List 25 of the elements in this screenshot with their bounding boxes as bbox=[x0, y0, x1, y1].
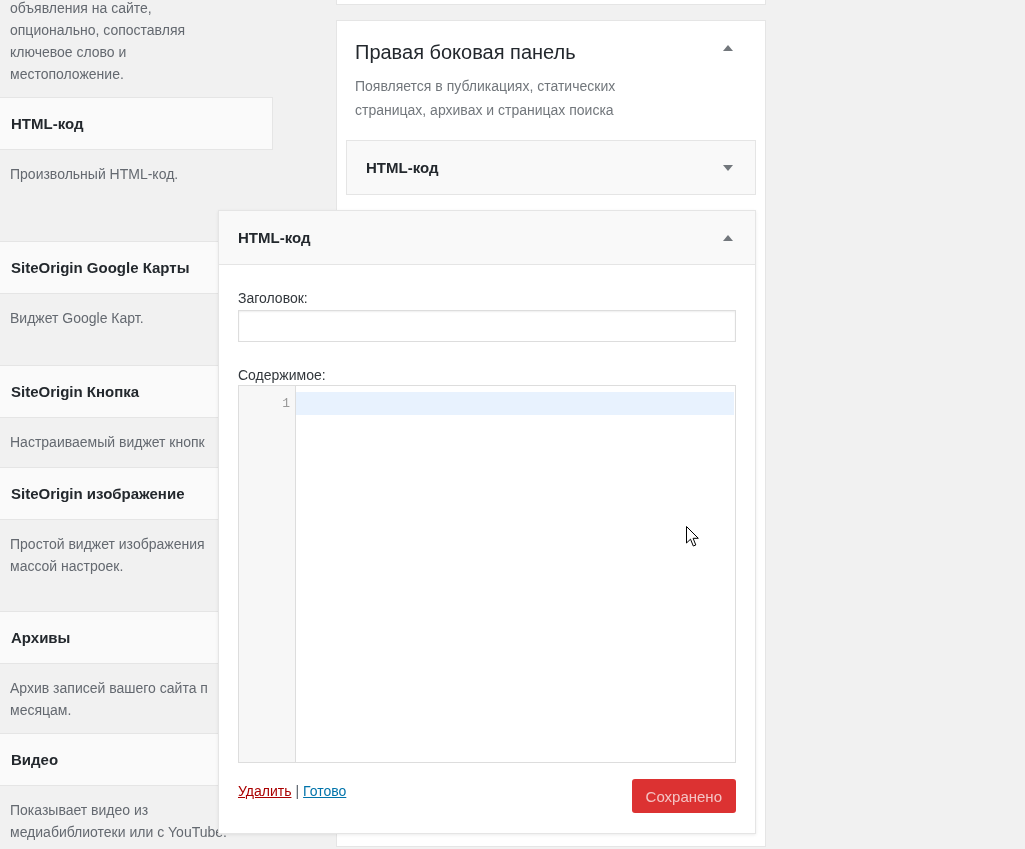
widget-header[interactable]: SiteOrigin изображение bbox=[0, 467, 218, 520]
widget-description: Настраиваемый виджет кнопк bbox=[10, 433, 205, 452]
widget-description: Произвольный HTML-код. bbox=[10, 165, 179, 184]
widget-header[interactable]: SiteOrigin Google Карты bbox=[0, 241, 218, 294]
widget-description: Простой виджет изображения массой настроек. bbox=[10, 535, 206, 576]
field-label: Заголовок: bbox=[238, 289, 308, 308]
cursor-icon bbox=[686, 526, 699, 547]
widget-header[interactable]: HTML-код bbox=[219, 211, 755, 265]
line-number: 1 bbox=[282, 395, 291, 413]
link-separator: | bbox=[295, 782, 300, 801]
widget-header[interactable]: Архивы bbox=[0, 611, 218, 664]
widget-header[interactable]: Видео bbox=[0, 733, 218, 786]
widget-description: Архив записей вашего сайта п месяцам. bbox=[10, 679, 209, 720]
widget-description: Виджет Google Карт. bbox=[10, 309, 144, 328]
sidebar-description: Появляется в публикациях, статических страницах, архивах и страницах поиска bbox=[355, 77, 617, 120]
field-label: Содержимое: bbox=[238, 366, 326, 385]
widget-header[interactable]: SiteOrigin Кнопка bbox=[0, 365, 218, 418]
done-link[interactable]: Готово bbox=[303, 781, 347, 801]
widget-header[interactable]: HTML-код bbox=[0, 97, 273, 150]
caret-up-icon[interactable] bbox=[723, 45, 733, 51]
widget-description: объявления на сайте, опционально, сопоставляя ключевое слово и местоположение. bbox=[10, 0, 187, 84]
delete-link[interactable]: Удалить bbox=[238, 781, 292, 801]
text-field[interactable] bbox=[238, 310, 736, 342]
widget-header[interactable]: HTML-код bbox=[346, 140, 756, 195]
sidebar-title: Правая боковая панель bbox=[355, 40, 576, 65]
